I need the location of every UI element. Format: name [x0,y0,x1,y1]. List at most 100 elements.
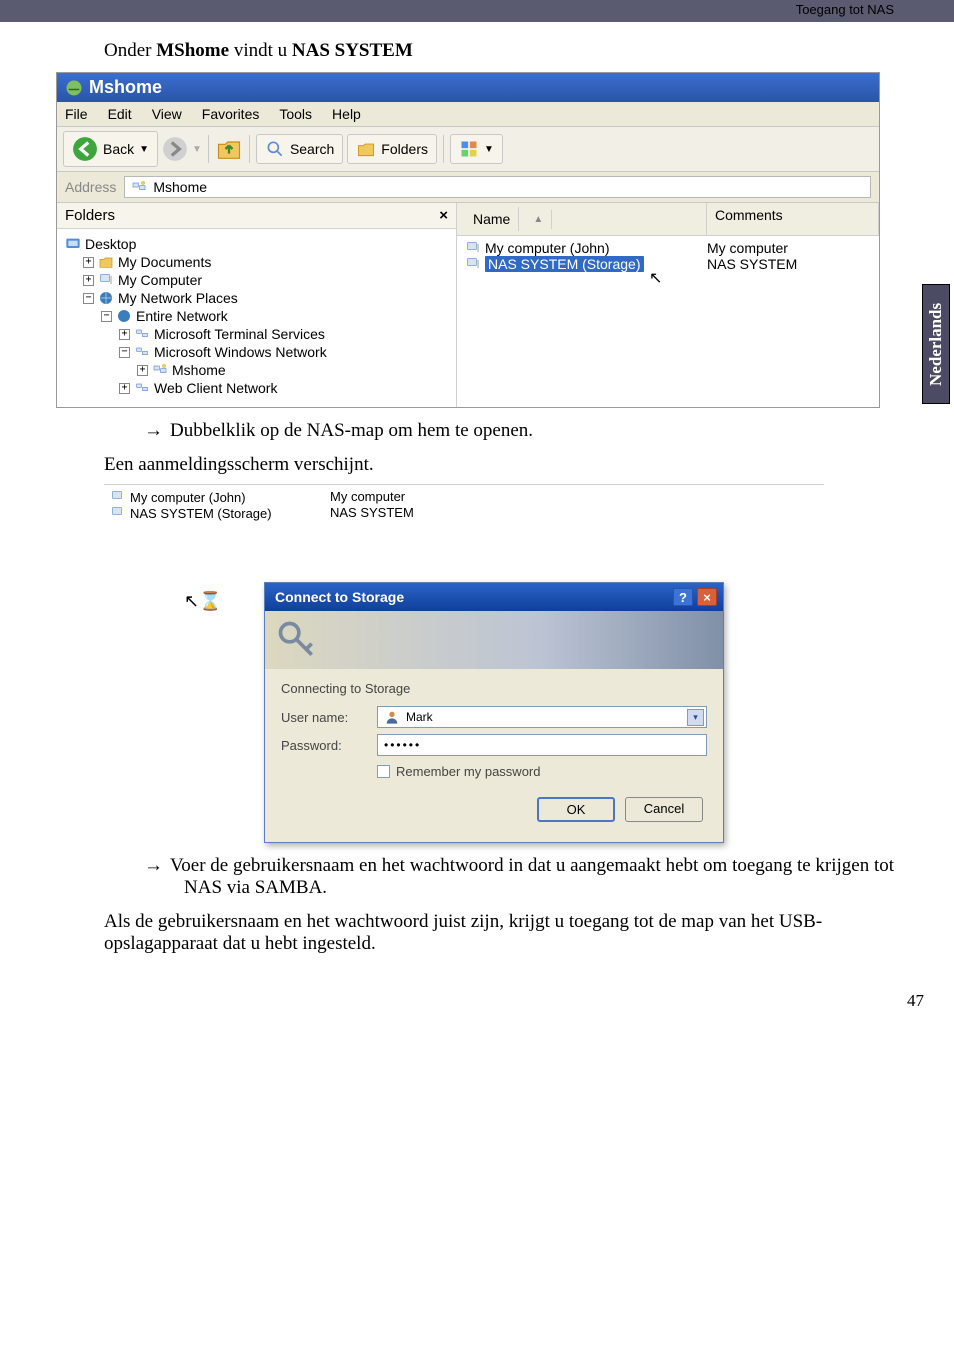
page-number: 47 [0,991,924,1011]
tree-item-mshome[interactable]: + Mshome [137,361,448,379]
keys-icon [275,618,319,662]
expand-icon[interactable]: + [119,383,130,394]
remember-checkbox[interactable] [377,765,390,778]
menu-file[interactable]: File [65,106,88,122]
explorer-window: Mshome File Edit View Favorites Tools He… [56,72,880,408]
dialog-title: Connect to Storage [275,589,404,605]
collapse-icon[interactable]: − [83,293,94,304]
window-icon [65,79,83,97]
cursor-icon: ↖ [649,270,662,287]
chevron-down-icon: ▼ [192,144,202,155]
column-name[interactable]: Name ▲ [457,203,707,235]
top-bar: Toegang tot NAS [0,0,954,22]
views-button[interactable]: ▼ [450,134,503,164]
window-title: Mshome [89,77,162,98]
workgroup-icon [152,362,168,378]
entire-network-icon [116,308,132,324]
language-tab: Nederlands [922,284,950,404]
menu-view[interactable]: View [152,106,182,122]
close-icon[interactable]: × [697,588,717,606]
connecting-label: Connecting to Storage [281,681,707,696]
menu-edit[interactable]: Edit [108,106,132,122]
tree-item-msterm[interactable]: + Microsoft Terminal Services [119,325,448,343]
expand-icon[interactable]: + [83,275,94,286]
address-bar: Address Mshome [57,172,879,203]
login-dialog: Connect to Storage ? × Connecting to Sto… [264,582,724,843]
menu-bar: File Edit View Favorites Tools Help [57,102,879,127]
address-label: Address [65,179,116,195]
cancel-button[interactable]: Cancel [625,797,703,822]
chevron-down-icon[interactable]: ▾ [687,709,704,726]
password-input[interactable]: •••••• [377,734,707,756]
back-icon [72,136,98,162]
column-comments[interactable]: Comments [707,203,879,235]
back-button[interactable]: Back ▼ [63,131,158,167]
dialog-titlebar: Connect to Storage ? × [265,583,723,611]
folder-tree: Desktop + My Documents + My Computer − [57,229,456,407]
heading: Onder MShome vindt u NAS SYSTEM [104,40,898,62]
tree-item-netplaces[interactable]: − My Network Places [83,289,448,307]
up-folder-icon[interactable] [215,135,243,163]
search-icon [265,139,285,159]
collapse-icon[interactable]: − [101,311,112,322]
address-input[interactable]: Mshome [124,176,871,198]
computer-icon [465,256,481,272]
desktop-icon [65,236,81,252]
folders-pane: Folders × Desktop + My Documents + [57,203,457,407]
ok-button[interactable]: OK [537,797,615,822]
username-label: User name: [281,710,377,725]
password-label: Password: [281,738,377,753]
window-titlebar: Mshome [57,73,879,102]
tree-item-mydocs[interactable]: + My Documents [83,253,448,271]
menu-favorites[interactable]: Favorites [202,106,260,122]
list-item: My computer (John) My computer [110,489,824,505]
workgroup-icon [134,344,150,360]
list-item[interactable]: NAS SYSTEM (Storage) NAS SYSTEM [465,256,871,272]
username-input[interactable]: Mark ▾ [377,706,707,728]
views-icon [459,139,479,159]
forward-icon[interactable] [162,136,188,162]
tree-item-mswin[interactable]: − Microsoft Windows Network [119,343,448,361]
folders-icon [356,139,376,159]
expand-icon[interactable]: + [137,365,148,376]
folder-icon [98,254,114,270]
tree-item-entirenet[interactable]: − Entire Network [101,307,448,325]
sort-asc-icon: ▲ [525,210,552,229]
workgroup-icon [131,179,147,195]
dialog-banner [265,611,723,669]
list-item: NAS SYSTEM (Storage) NAS SYSTEM [110,505,824,521]
collapse-icon[interactable]: − [119,347,130,358]
computer-icon [98,272,114,288]
menu-help[interactable]: Help [332,106,361,122]
search-button[interactable]: Search [256,134,343,164]
expand-icon[interactable]: + [83,257,94,268]
tree-item-desktop[interactable]: Desktop [65,235,448,253]
cursor-hourglass-icon: ↖⌛ [184,591,222,611]
tree-item-webclient[interactable]: + Web Client Network [119,379,448,397]
workgroup-icon [134,380,150,396]
help-icon[interactable]: ? [673,588,693,606]
folders-header: Folders [65,207,115,224]
file-list-pane: Name ▲ Comments My computer (John) My co… [457,203,879,407]
chevron-down-icon: ▼ [484,144,494,155]
instruction: →Dubbelklik op de NAS-map om hem te open… [164,420,898,442]
tree-item-mycomputer[interactable]: + My Computer [83,271,448,289]
user-icon [384,709,400,725]
chevron-down-icon: ▼ [139,144,149,155]
toolbar: Back ▼ ▼ Search Folders ▼ [57,127,879,172]
screenshot-login: My computer (John) My computer NAS SYSTE… [104,484,824,843]
folders-button[interactable]: Folders [347,134,437,164]
paragraph: Een aanmeldingsscherm verschijnt. [104,454,898,476]
paragraph: Als de gebruikersnaam en het wachtwoord … [104,911,898,955]
menu-tools[interactable]: Tools [279,106,312,122]
close-icon[interactable]: × [439,207,448,224]
list-header: Name ▲ Comments [457,203,879,236]
network-places-icon [98,290,114,306]
instruction: →Voer de gebruikersnaam en het wachtwoor… [164,855,898,899]
computer-icon [110,505,126,521]
expand-icon[interactable]: + [119,329,130,340]
remember-label: Remember my password [396,764,541,779]
breadcrumb: Toegang tot NAS [796,2,894,17]
workgroup-icon [134,326,150,342]
list-item[interactable]: My computer (John) My computer [465,240,871,256]
